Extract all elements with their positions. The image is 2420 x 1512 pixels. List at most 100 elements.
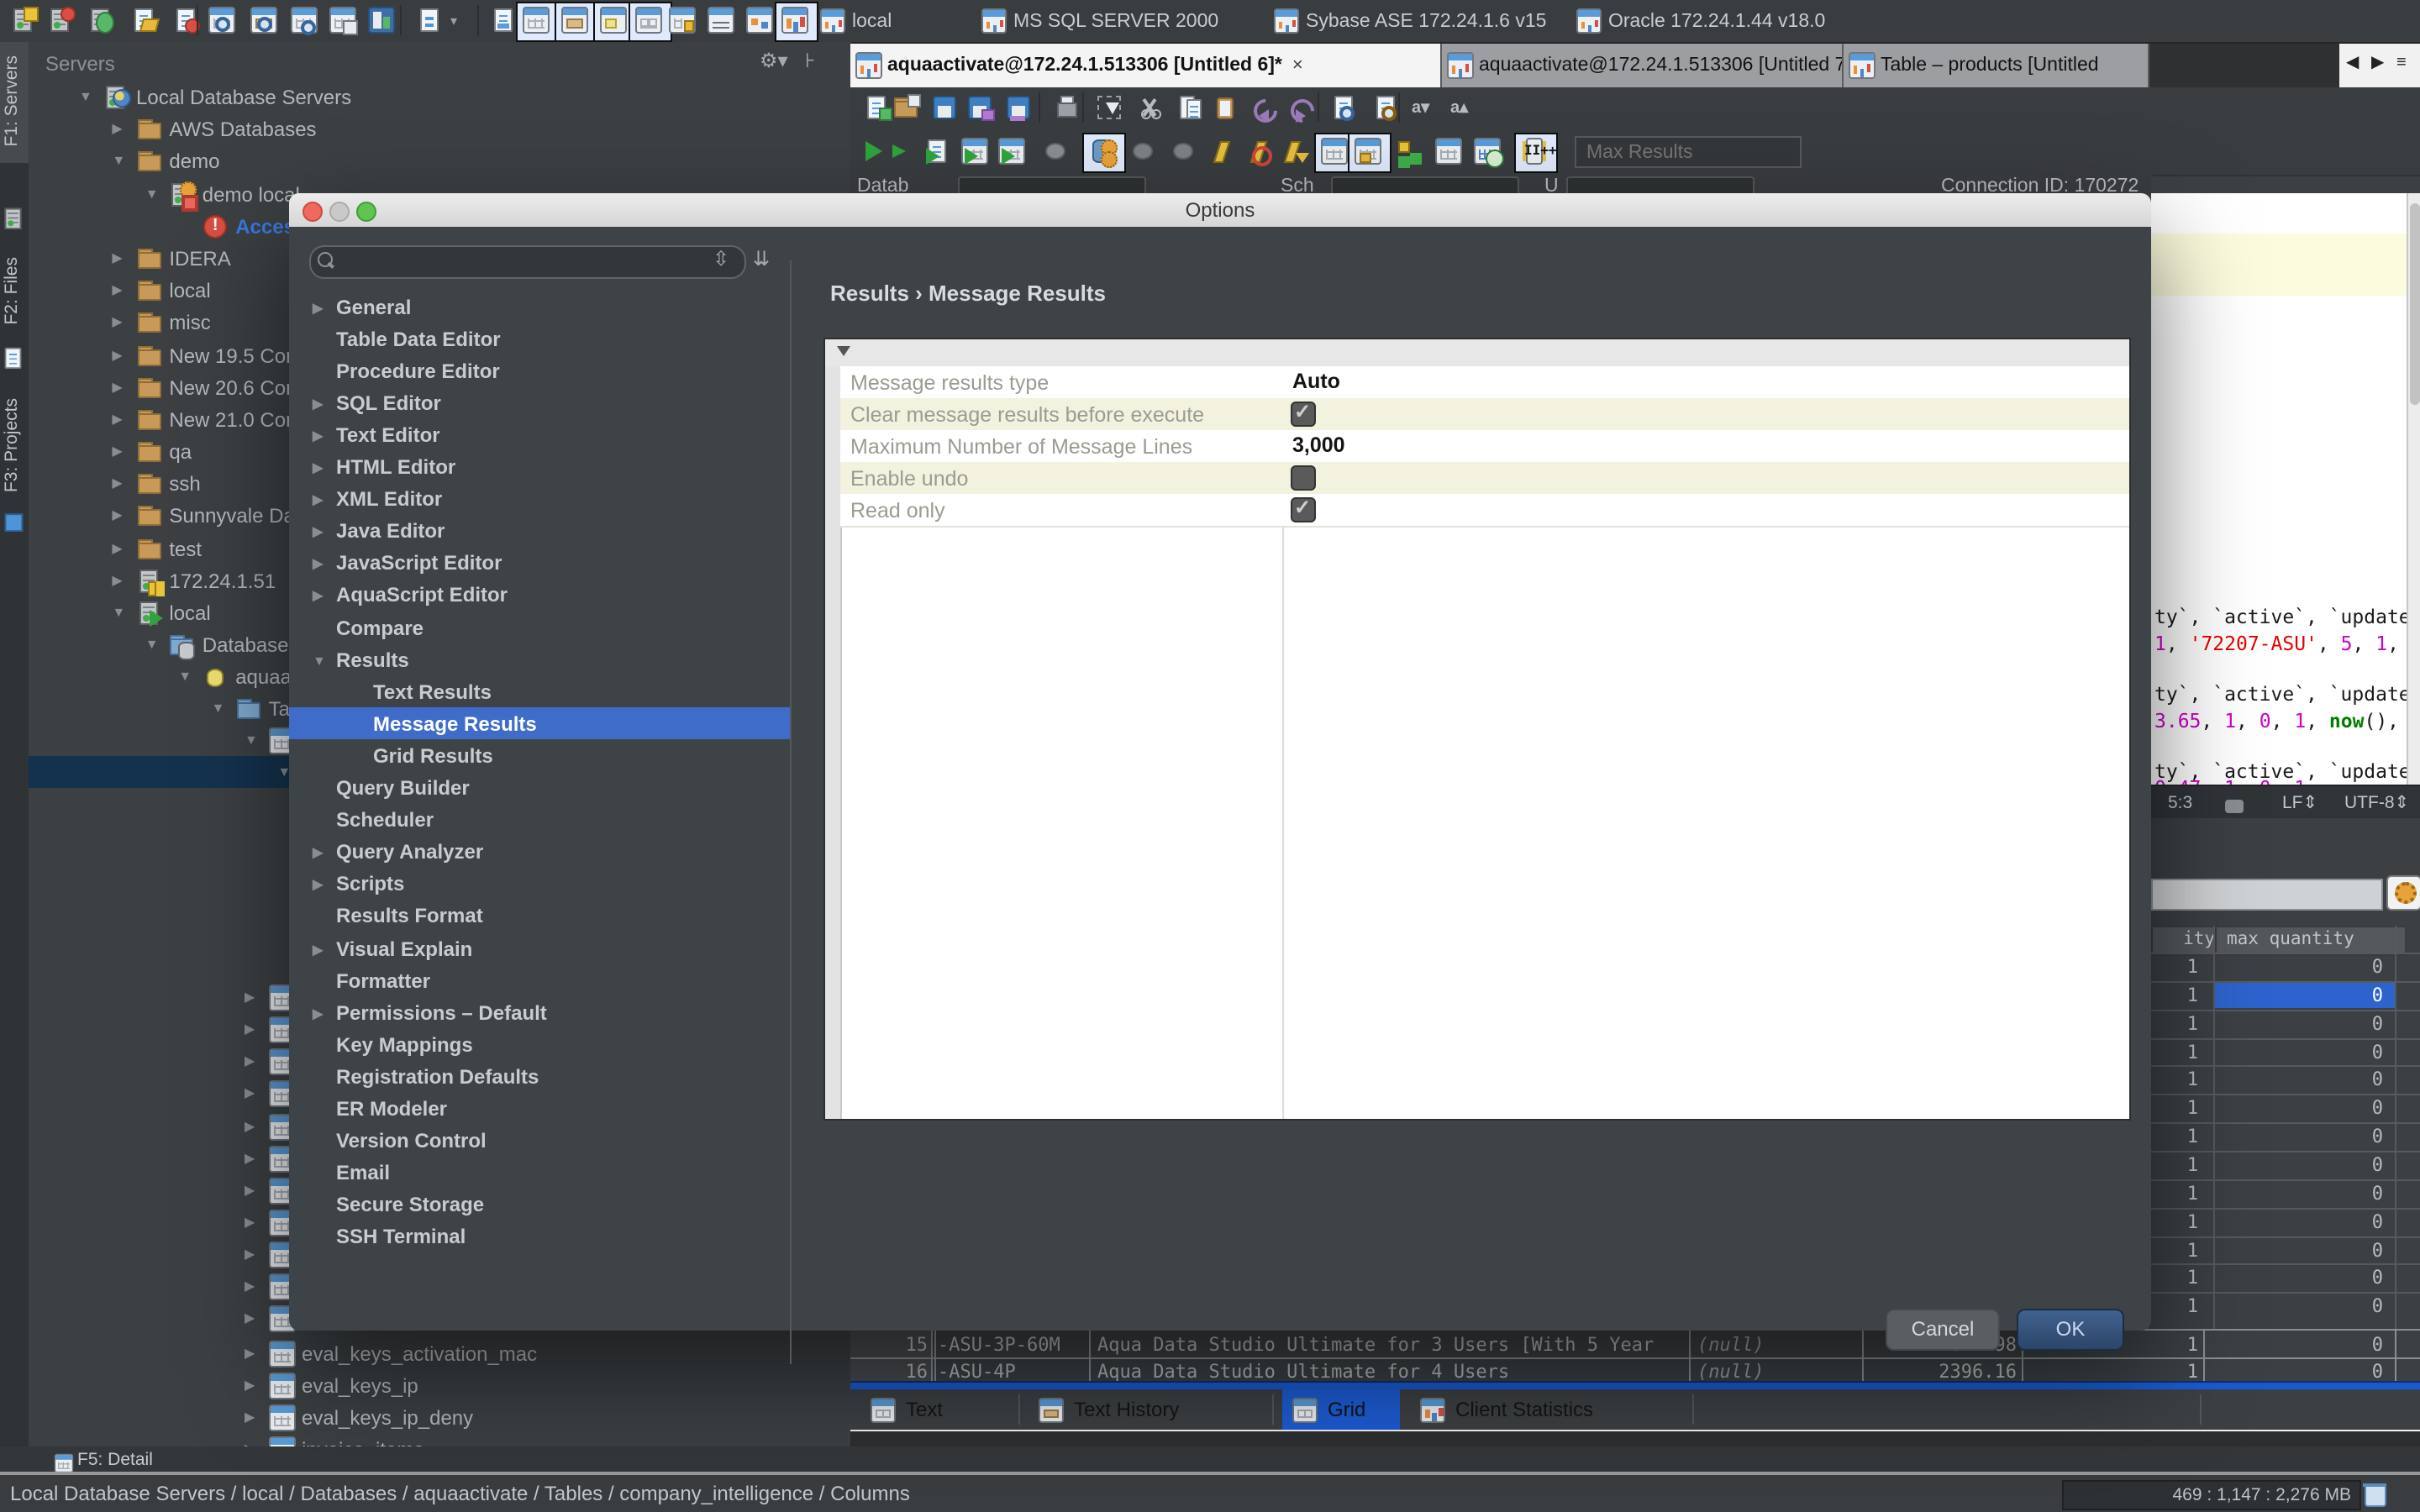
tree-item-eval-keys-activation-mac[interactable]: ▶eval_keys_activation_mac: [29, 1337, 850, 1369]
tab-list-icon[interactable]: ≡: [2396, 54, 2407, 72]
options-item-er-modeler[interactable]: ER Modeler: [289, 1093, 790, 1125]
cell-q[interactable]: 1: [2037, 1361, 2198, 1381]
chevron-right-icon[interactable]: ▶: [313, 557, 323, 572]
chevron-right-icon[interactable]: ▶: [245, 1021, 255, 1037]
tree-item-aws-databases[interactable]: ▶AWS Databases: [29, 113, 850, 144]
table-row[interactable]: 16-ASU-4PAqua Data Studio Ultimate for 4…: [850, 1357, 2420, 1381]
options-item-ssh-terminal[interactable]: SSH Terminal: [289, 1221, 790, 1253]
cell-quantity[interactable]: 1: [2151, 1069, 2198, 1091]
cell-max-quantity[interactable]: 0: [2228, 1268, 2383, 1289]
cell-sku[interactable]: -ASU-4P: [938, 1361, 1089, 1381]
cell-max-quantity[interactable]: 0: [2228, 1041, 2383, 1063]
cell-quantity[interactable]: 1: [2151, 1183, 2198, 1205]
cell-max-quantity[interactable]: 0: [2228, 1295, 2383, 1317]
cell-nul[interactable]: (null): [1697, 1333, 1862, 1355]
table-row[interactable]: 15-ASU-3P-60MAqua Data Studio Ultimate f…: [850, 1329, 2420, 1358]
cell-desc[interactable]: Aqua Data Studio Ultimate for 3 Users [W…: [1097, 1333, 1689, 1355]
settings-row[interactable]: Message results typeAuto: [840, 366, 2129, 400]
cell-max-quantity[interactable]: 0: [2228, 1069, 2383, 1091]
chevron-down-icon[interactable]: ▼: [145, 637, 159, 652]
options-item-query-builder[interactable]: Query Builder: [289, 772, 790, 804]
options-item-formatter[interactable]: Formatter: [289, 964, 790, 996]
options-item-java-editor[interactable]: ▶Java Editor: [289, 515, 790, 547]
options-item-grid-results[interactable]: Grid Results: [289, 740, 790, 772]
tab-next-icon[interactable]: ▶: [2371, 54, 2384, 72]
cell-nul[interactable]: (null): [1697, 1361, 1862, 1381]
options-item-sql-editor[interactable]: ▶SQL Editor: [289, 387, 790, 419]
chevron-down-icon[interactable]: ▼: [79, 89, 92, 104]
cell-quantity[interactable]: 1: [2151, 1154, 2198, 1176]
column-header-max-quantity[interactable]: max quantity: [2215, 926, 2407, 956]
cell-max-quantity[interactable]: 0: [2228, 956, 2383, 978]
cell-quantity[interactable]: 1: [2151, 1126, 2198, 1147]
chevron-right-icon[interactable]: ▶: [313, 300, 323, 315]
options-item-query-analyzer[interactable]: ▶Query Analyzer: [289, 836, 790, 868]
trash-icon[interactable]: [2363, 1482, 2390, 1509]
grid-filter-input[interactable]: [2151, 879, 2383, 911]
tree-item-eval-keys-ip[interactable]: ▶eval_keys_ip: [29, 1369, 850, 1401]
chevron-right-icon[interactable]: ▶: [112, 348, 122, 363]
options-item-javascript-editor[interactable]: ▶JavaScript Editor: [289, 548, 790, 580]
chevron-right-icon[interactable]: ▶: [112, 541, 122, 556]
chevron-right-icon[interactable]: ▶: [112, 121, 122, 136]
options-item-permissions-default[interactable]: ▶Permissions – Default: [289, 996, 790, 1028]
chevron-right-icon[interactable]: ▶: [245, 1310, 255, 1326]
cell-quantity[interactable]: 1: [2151, 1041, 2198, 1063]
cell-quantity[interactable]: 1: [2151, 1012, 2198, 1034]
tree-item-eval-keys-ip-deny[interactable]: ▶eval_keys_ip_deny: [29, 1401, 850, 1433]
settings-row[interactable]: Enable undo: [840, 462, 2129, 496]
selected-cell[interactable]: 0: [2213, 983, 2395, 1009]
cell-price[interactable]: 2396.16: [1869, 1361, 2017, 1381]
cell-sku[interactable]: -ASU-3P-60M: [938, 1333, 1089, 1355]
chevron-right-icon[interactable]: ▶: [245, 1215, 255, 1230]
options-item-xml-editor[interactable]: ▶XML Editor: [289, 483, 790, 515]
max-results-input[interactable]: [1575, 136, 1802, 168]
chevron-right-icon[interactable]: ▶: [112, 380, 122, 395]
chevron-down-icon[interactable]: ▼: [112, 153, 125, 168]
connection-tab[interactable]: local: [820, 0, 892, 42]
tree-item-invoice-items[interactable]: ▶invoice_items: [29, 1433, 850, 1446]
tab-prev-icon[interactable]: ◀: [2346, 54, 2359, 72]
document-tab[interactable]: aquaactivate@172.24.1.513306 [Untitled 6…: [850, 44, 1442, 87]
chevron-right-icon[interactable]: ▶: [313, 589, 323, 604]
setting-checkbox[interactable]: [1291, 465, 1316, 491]
options-item-procedure-editor[interactable]: Procedure Editor: [289, 354, 790, 386]
options-item-results[interactable]: ▼Results: [289, 643, 790, 675]
settings-row[interactable]: Read only: [840, 494, 2129, 528]
cell-max-quantity[interactable]: 0: [2228, 984, 2383, 1006]
options-item-version-control[interactable]: Version Control: [289, 1125, 790, 1157]
chevron-right-icon[interactable]: ▶: [313, 492, 323, 507]
options-item-results-format[interactable]: Results Format: [289, 900, 790, 932]
chevron-right-icon[interactable]: ▶: [245, 1410, 255, 1425]
cell-m[interactable]: 0: [2215, 1361, 2383, 1381]
chevron-right-icon[interactable]: ▶: [112, 250, 122, 265]
cell-quantity[interactable]: 1: [2151, 1239, 2198, 1261]
chevron-right-icon[interactable]: ▶: [245, 1346, 255, 1361]
dialog-titlebar[interactable]: Options: [289, 193, 2151, 228]
chevron-right-icon[interactable]: ▶: [245, 1119, 255, 1134]
expand-all-icon[interactable]: ⇳: [713, 247, 729, 270]
setting-value[interactable]: 3,000: [1292, 433, 1345, 457]
connection-tab[interactable]: Sybase ASE 172.24.1.6 v15: [1274, 0, 1546, 42]
chevron-right-icon[interactable]: ▶: [112, 444, 122, 459]
options-item-text-editor[interactable]: ▶Text Editor: [289, 419, 790, 451]
chevron-right-icon[interactable]: ▶: [245, 1378, 255, 1393]
chevron-right-icon[interactable]: ▶: [112, 412, 122, 427]
chevron-down-icon[interactable]: ▼: [145, 186, 159, 202]
dropdown-caret-icon[interactable]: ▾: [450, 13, 457, 29]
settings-row[interactable]: Maximum Number of Message Lines3,000: [840, 430, 2129, 464]
cell-max-quantity[interactable]: 0: [2228, 1012, 2383, 1034]
activity-label-projects[interactable]: F3: Projects: [2, 398, 22, 492]
setting-value[interactable]: Auto: [1292, 370, 1340, 393]
chevron-right-icon[interactable]: ▶: [313, 396, 323, 412]
grid-settings-button[interactable]: [2386, 875, 2420, 911]
user-combo[interactable]: [1566, 176, 1754, 193]
chevron-right-icon[interactable]: ▶: [313, 1005, 323, 1021]
options-item-registration-defaults[interactable]: Registration Defaults: [289, 1061, 790, 1093]
activity-label-files[interactable]: F2: Files: [2, 257, 22, 325]
options-item-scripts[interactable]: ▶Scripts: [289, 869, 790, 900]
cell-max-quantity[interactable]: 0: [2228, 1183, 2383, 1205]
document-tab[interactable]: Table – products [Untitled: [1844, 44, 2149, 87]
chevron-right-icon[interactable]: ▶: [313, 524, 323, 539]
chevron-down-icon[interactable]: ▼: [313, 653, 326, 668]
